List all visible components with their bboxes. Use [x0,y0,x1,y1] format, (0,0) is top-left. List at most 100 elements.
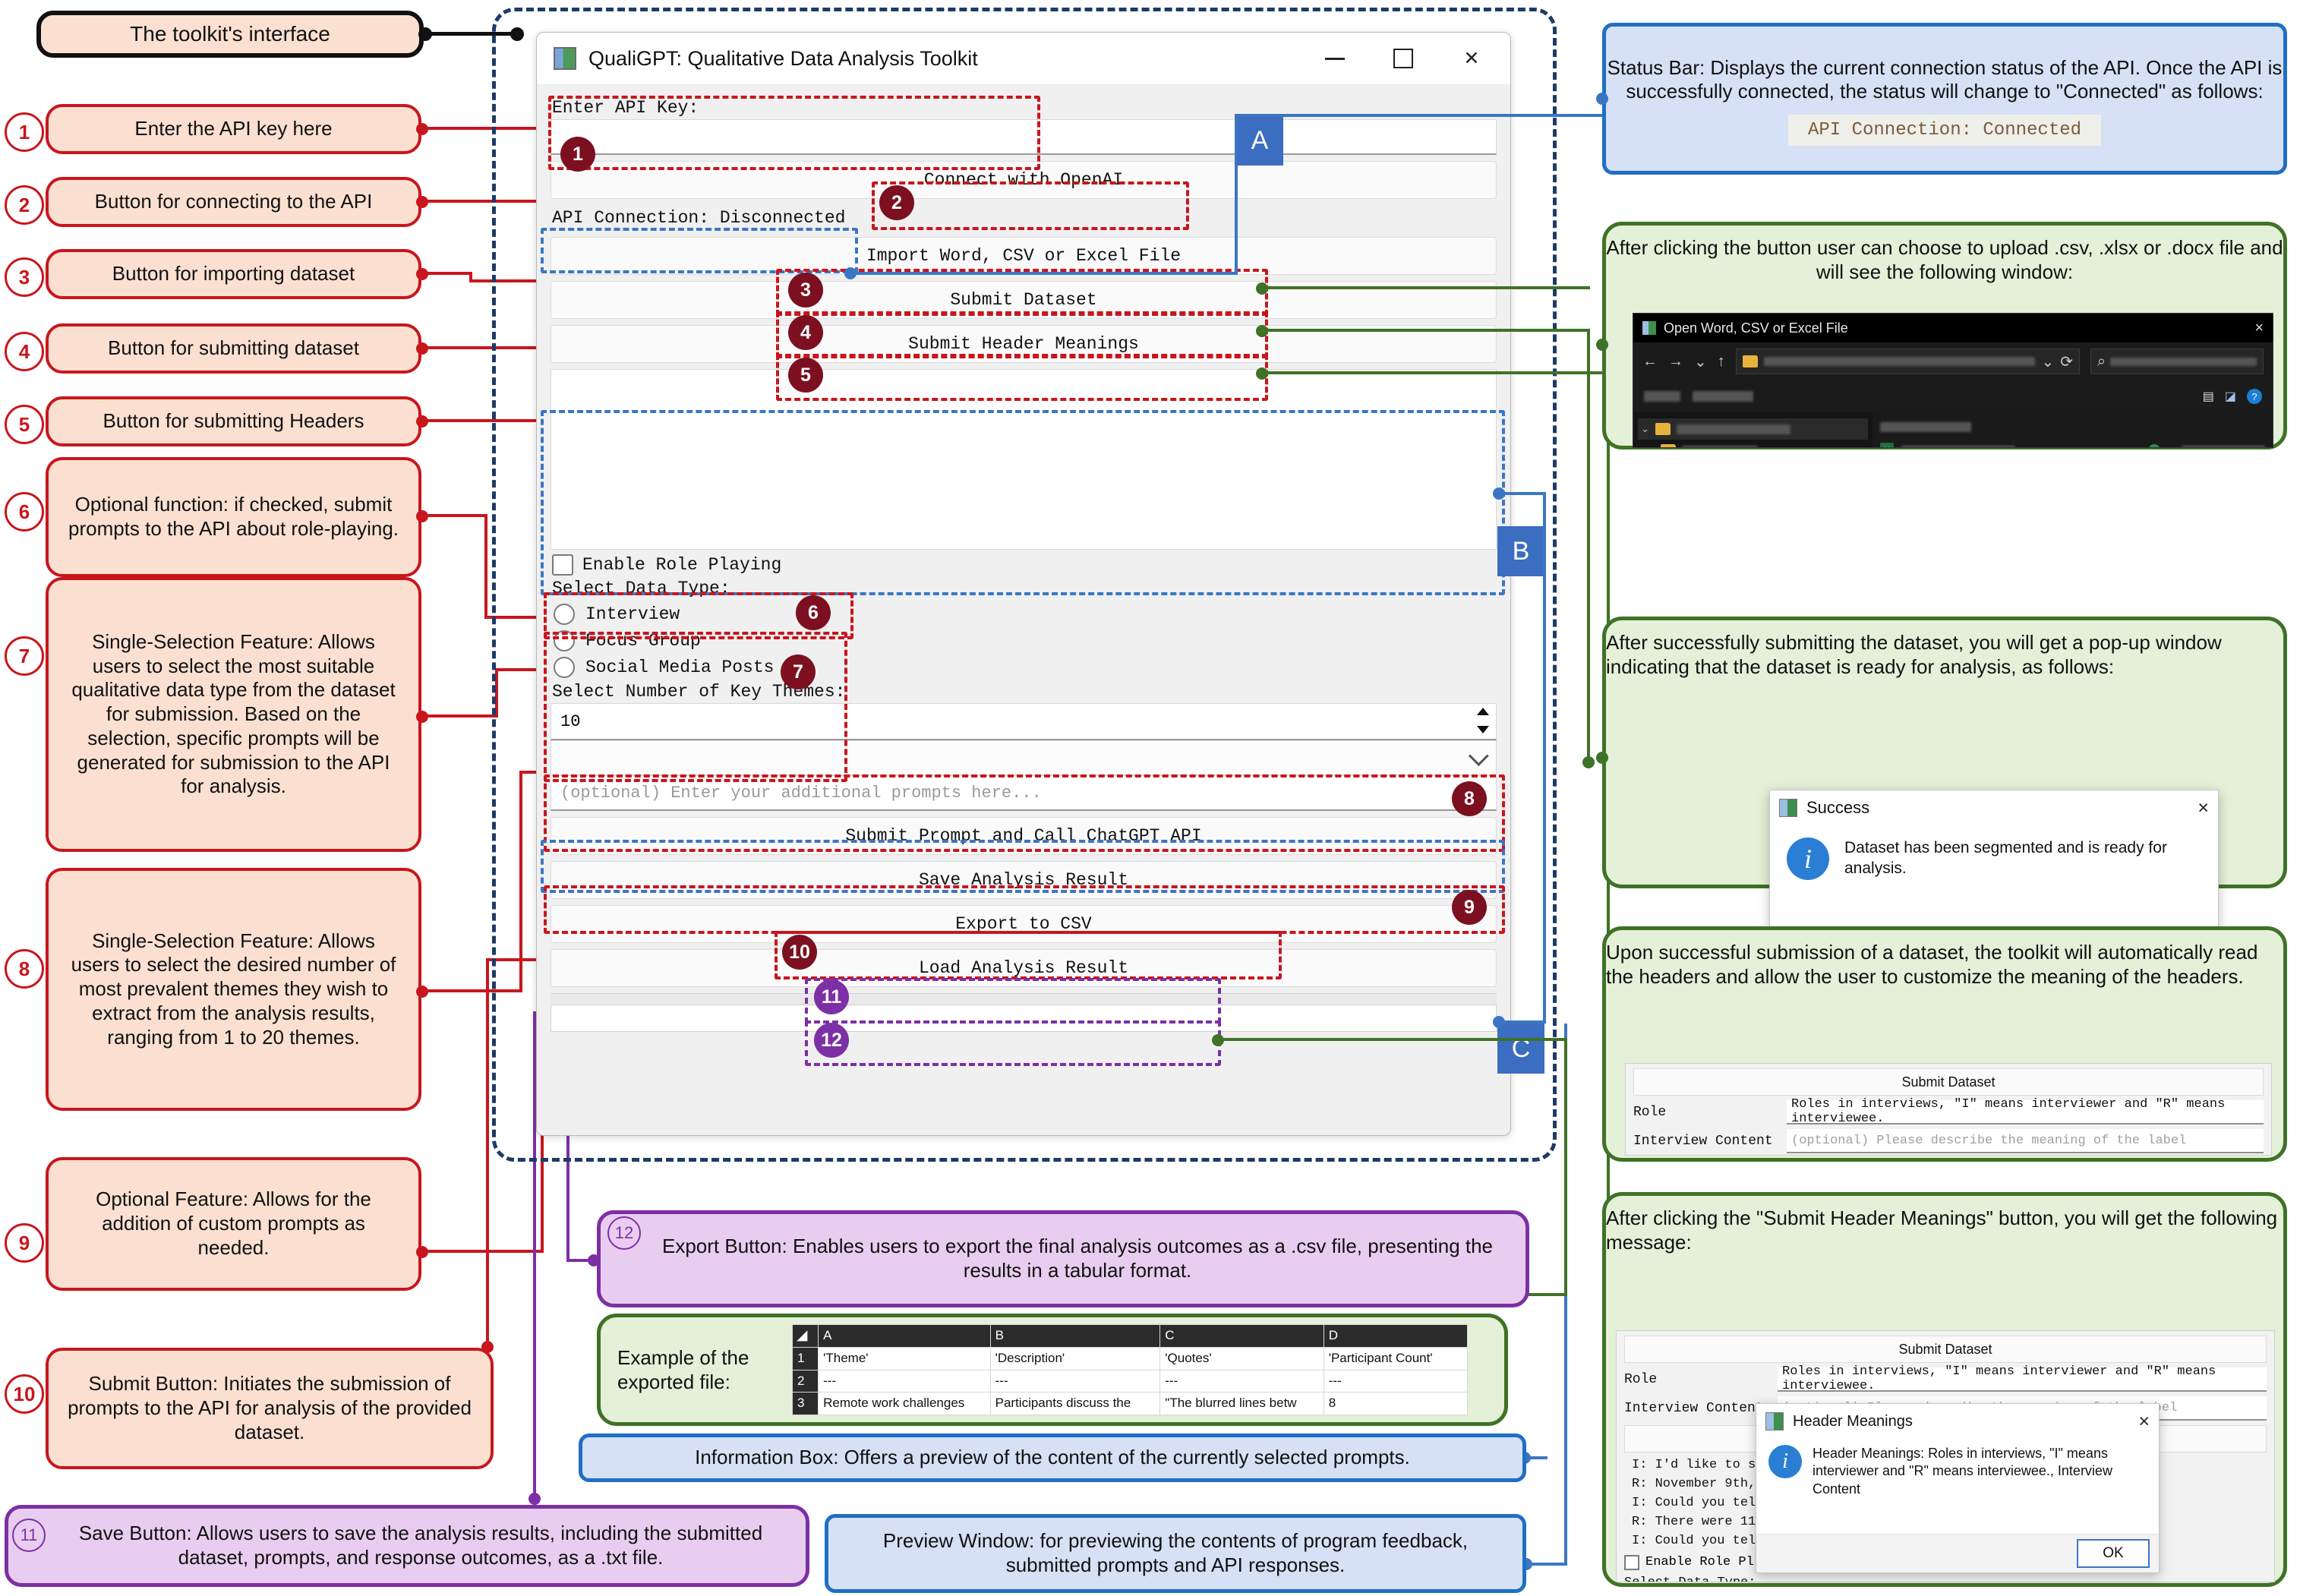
radio-icon[interactable] [554,630,575,651]
hm-role-label: Role [1624,1372,1658,1387]
line-9a [422,1250,544,1253]
api-key-input[interactable] [551,119,1497,155]
hm-submit-dataset-button[interactable]: Submit Dataset [1624,1336,2267,1363]
badge-6: 6 [5,492,44,531]
key-themes-stepper[interactable]: 10 [551,703,1497,740]
line-10a [486,958,489,1345]
enable-role-playing-checkbox[interactable]: Enable Role Playing [552,554,1497,576]
callout-3-text: Button for importing dataset [112,262,355,285]
submit-prompt-button[interactable]: Submit Prompt and Call ChatGPT API [551,817,1497,855]
arrow-up-icon[interactable] [1477,708,1489,715]
file-dialog-icon [1642,321,1656,335]
additional-prompts-input[interactable]: (optional) Enter your additional prompts… [551,775,1497,811]
preview-window[interactable] [551,1005,1497,1032]
marker-5: 5 [788,358,823,393]
close-icon[interactable]: × [2254,320,2264,337]
badge-C: C [1497,1024,1544,1074]
line-7a [422,714,498,718]
minimize-icon[interactable] [1301,36,1369,81]
save-analysis-result-button[interactable]: Save Analysis Result [551,861,1497,899]
address-bar[interactable]: ⌄ ⟳ [1735,349,2080,374]
tree-item[interactable]: › [1638,440,1868,447]
badge-A: A [1236,115,1283,166]
file-name-redacted [1880,422,1972,432]
window-titlebar: QualiGPT: Qualitative Data Analysis Tool… [537,33,1510,84]
callout-5: Button for submitting Headers [46,396,421,446]
mini-content-label: Interview Content [1633,1134,1773,1149]
checkbox-icon[interactable] [1624,1554,1639,1570]
qualigpt-window: QualiGPT: Qualitative Data Analysis Tool… [536,32,1511,1136]
file-dialog-navbar: ← → ⌄ ↑ ⌄ ⟳ ⌕ [1633,342,2273,380]
dot-status-panel [1596,93,1608,105]
view-list-icon[interactable]: ▤ [2203,389,2214,404]
cell: --- [989,1369,1161,1393]
file-dialog-toolbar: ▤ ◪ ? [1633,380,2273,412]
stepper-arrows[interactable] [1473,706,1493,735]
mini-role-label: Role [1633,1105,1667,1120]
radio-interview[interactable]: Interview [554,604,1497,625]
back-icon[interactable]: ← [1642,353,1658,371]
close-icon[interactable]: ✕ [1437,36,1506,81]
success-message: Dataset has been segmented and is ready … [1844,839,2167,878]
callout-10-text: Submit Button: Initiates the submission … [68,1372,472,1443]
recent-dropdown-icon[interactable]: ⌄ [1694,352,1707,371]
radio-icon[interactable] [554,604,575,625]
horizontal-scrollbar[interactable] [551,993,1497,1005]
forward-icon[interactable]: → [1668,353,1683,371]
mini-content-input[interactable]: (optional) Please describe the meaning o… [1787,1129,2264,1153]
radio-icon[interactable] [554,657,575,678]
radio-interview-label: Interview [585,604,680,624]
status-chip: API Connection: Connected [1787,115,2102,147]
ok-button[interactable]: OK [2077,1539,2150,1568]
panel-status-bar-text: Status Bar: Displays the current connect… [1607,55,2283,103]
marker-4: 4 [788,315,823,350]
folder-tree[interactable]: ⌄ › › › › [1633,412,1873,447]
arrow-down-icon[interactable] [1477,726,1489,733]
hm-role-play-label: Enable Role Pl [1645,1555,1754,1570]
hm-dialog-body: i Header Meanings: Roles in interviews, … [1756,1439,2159,1504]
callout-2-text: Button for connecting to the API [94,190,373,213]
badge-8: 8 [5,949,44,989]
pane-toggle-icon[interactable]: ◪ [2225,389,2236,404]
line-headers-green-h [1262,371,1610,374]
dataset-preview-area[interactable] [551,369,1497,550]
refresh-icon[interactable]: ⟳ [2060,352,2073,371]
key-themes-label: Select Number of Key Themes: [552,682,846,702]
radio-focus-group[interactable]: Focus Group [554,630,1497,651]
badge-1: 1 [5,112,44,152]
file-row[interactable]: X [1876,437,2270,447]
file-list[interactable]: X XQualiGPT-Test-1.csv2023/10/2 2:09 X [1872,412,2273,447]
tree-item[interactable]: ⌄ [1638,418,1869,440]
file-row[interactable] [1876,417,2270,437]
callout-4-text: Button for submitting dataset [108,336,359,360]
panel-preview-window-callout: Preview Window: for previewing the conte… [825,1514,1526,1593]
connect-openai-button[interactable]: Connect with OpenAI [551,161,1497,199]
checkbox-icon[interactable] [552,554,573,576]
load-analysis-result-button[interactable]: Load Analysis Result [551,949,1497,987]
up-icon[interactable]: ↑ [1718,353,1725,371]
marker-12: 12 [814,1023,849,1058]
toolbar-label-redacted [1644,391,1680,402]
search-icon: ⌕ [2097,352,2106,370]
role-playing-label: Enable Role Playing [582,555,782,575]
radio-social-media-posts[interactable]: Social Media Posts [554,657,1497,678]
export-to-csv-button[interactable]: Export to CSV [551,905,1497,943]
search-input[interactable]: ⌕ [2090,349,2264,374]
import-file-button[interactable]: Import Word, CSV or Excel File [551,237,1497,275]
close-icon[interactable]: × [2197,797,2209,819]
close-icon[interactable]: × [2138,1411,2150,1433]
mini-submit-dataset-button[interactable]: Submit Dataset [1633,1068,2264,1096]
search-text-redacted [2110,357,2257,366]
address-chevron-icon[interactable]: ⌄ [2041,352,2054,371]
line-B-v [1543,492,1546,1024]
callout-1: Enter the API key here [46,104,421,154]
row-number: 3 [791,1392,819,1415]
model-select-combobox[interactable] [551,740,1497,775]
mini-role-input[interactable]: Roles in interviews, "I" means interview… [1787,1097,2264,1126]
line-6b [484,514,487,619]
callout-2: Button for connecting to the API [46,177,421,227]
hm-role-input[interactable]: Roles in interviews, "I" means interview… [1778,1364,2267,1393]
col-B: B [989,1324,1161,1348]
maximize-icon[interactable] [1369,36,1437,81]
help-icon[interactable]: ? [2247,389,2262,404]
